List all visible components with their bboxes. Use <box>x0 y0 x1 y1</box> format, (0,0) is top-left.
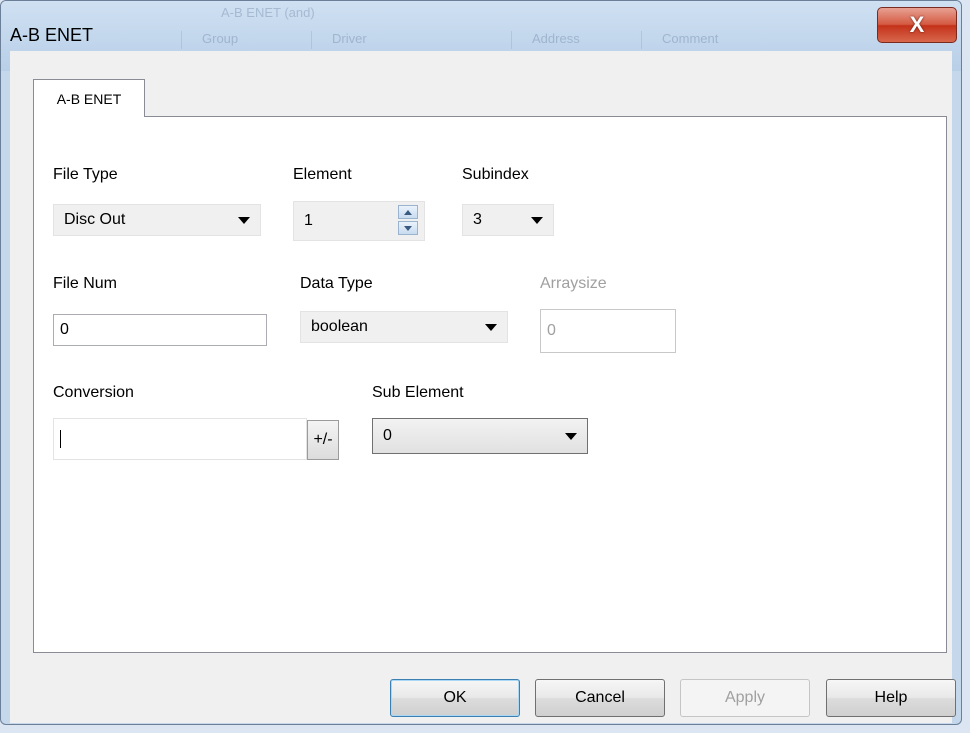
sub-element-dropdown[interactable]: 0 <box>372 418 588 454</box>
cancel-button[interactable]: Cancel <box>535 679 665 717</box>
sub-element-value: 0 <box>383 427 392 444</box>
tab-panel: File Type Disc Out Element 1 Subindex 3 … <box>33 116 947 653</box>
cancel-label: Cancel <box>575 689 625 706</box>
arraysize-input: 0 <box>540 309 676 353</box>
sign-toggle-label: +/- <box>313 431 333 448</box>
spin-down-icon[interactable] <box>398 221 418 235</box>
background-column-address: Address <box>511 31 580 49</box>
chevron-down-icon <box>565 433 577 440</box>
element-value: 1 <box>304 212 313 229</box>
conversion-input[interactable] <box>53 418 307 460</box>
ok-label: OK <box>443 689 467 706</box>
tab-a-b-enet[interactable]: A-B ENET <box>33 79 145 117</box>
data-type-label: Data Type <box>300 275 373 292</box>
element-label: Element <box>293 166 352 183</box>
arraysize-label: Arraysize <box>540 275 607 292</box>
data-type-value: boolean <box>311 318 368 335</box>
background-window-header: A-B ENET (and) Group Driver Address Comm… <box>181 1 821 53</box>
apply-button: Apply <box>680 679 810 717</box>
arraysize-value: 0 <box>547 322 556 339</box>
subindex-value: 3 <box>473 211 482 228</box>
file-num-value: 0 <box>60 321 69 338</box>
window-title: A-B ENET <box>10 25 94 45</box>
help-label: Help <box>874 689 908 706</box>
apply-label: Apply <box>724 689 766 706</box>
background-tab-title: A-B ENET (and) <box>221 5 315 20</box>
file-type-label: File Type <box>53 166 118 183</box>
sub-element-label: Sub Element <box>372 384 464 401</box>
spin-up-icon[interactable] <box>398 205 418 219</box>
background-column-driver: Driver <box>311 31 367 49</box>
file-num-input[interactable]: 0 <box>53 314 267 346</box>
conversion-label: Conversion <box>53 384 134 401</box>
file-type-dropdown[interactable]: Disc Out <box>53 204 261 236</box>
tab-label: A-B ENET <box>56 90 122 107</box>
subindex-label: Subindex <box>462 166 529 183</box>
dialog-client-area: A-B ENET File Type Disc Out Element 1 Su… <box>10 51 956 723</box>
file-num-label: File Num <box>53 275 118 292</box>
background-column-group: Group <box>181 31 238 49</box>
subindex-dropdown[interactable]: 3 <box>462 204 554 236</box>
data-type-dropdown[interactable]: boolean <box>300 311 508 343</box>
text-cursor <box>60 430 61 448</box>
close-button[interactable]: X <box>877 7 957 43</box>
ok-button[interactable]: OK <box>390 679 520 717</box>
chevron-down-icon <box>238 217 250 224</box>
chevron-down-icon <box>485 324 497 331</box>
background-column-comment: Comment <box>641 31 718 49</box>
file-type-value: Disc Out <box>64 211 126 228</box>
chevron-down-icon <box>531 217 543 224</box>
close-icon: X <box>909 12 925 37</box>
help-button[interactable]: Help <box>826 679 956 717</box>
sign-toggle-button[interactable]: +/- <box>307 420 339 460</box>
dialog-window: A-B ENET (and) Group Driver Address Comm… <box>0 0 962 725</box>
